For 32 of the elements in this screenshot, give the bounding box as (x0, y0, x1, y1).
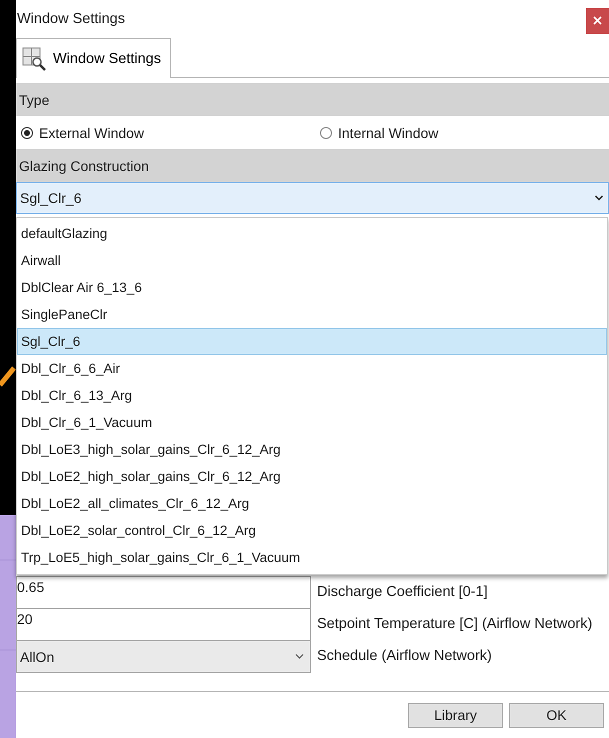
dropdown-option[interactable]: defaultGlazing (17, 220, 607, 247)
dropdown-option[interactable]: Dbl_LoE2_all_climates_Clr_6_12_Arg (17, 490, 607, 517)
dropdown-option[interactable]: Dbl_LoE2_solar_control_Clr_6_12_Arg (17, 517, 607, 544)
tab[interactable]: Window Settings (16, 38, 171, 78)
dropdown-option[interactable]: Dbl_Clr_6_1_Vacuum (17, 409, 607, 436)
glazing-dropdown[interactable]: Sgl_Clr_6 (16, 182, 609, 214)
section-header: Type (16, 83, 609, 116)
section-header: Glazing Construction (16, 149, 609, 182)
input-field[interactable]: 20 (16, 608, 311, 641)
dropdown-option[interactable]: Sgl_Clr_6 (17, 328, 607, 355)
schedule-dropdown[interactable]: AllOn (16, 640, 311, 673)
dropdown-option[interactable]: Dbl_Clr_6_13_Arg (17, 382, 607, 409)
field-label: Schedule (Airflow Network) (317, 648, 492, 664)
field-label: Setpoint Temperature [C] (Airflow Network) (317, 616, 592, 632)
field-label: Discharge Coefficient [0-1] (317, 584, 488, 600)
input-field[interactable]: 0.65 (16, 576, 311, 609)
dropdown-option[interactable]: Airwall (17, 247, 607, 274)
dropdown-option[interactable]: Dbl_LoE3_high_solar_gains_Clr_6_12_Arg (17, 436, 607, 463)
radio-option[interactable]: Internal Window (315, 124, 609, 142)
close-button[interactable] (586, 8, 609, 34)
dropdown-option[interactable]: DblClear Air 6_13_6 (17, 274, 607, 301)
dropdown-option[interactable]: SinglePaneClr (17, 301, 607, 328)
dialog-button[interactable]: Library (408, 702, 503, 728)
window-title: Window Settings (16, 11, 125, 27)
dialog-button[interactable]: OK (509, 702, 604, 728)
dropdown-option[interactable]: Dbl_LoE2_high_solar_gains_Clr_6_12_Arg (17, 463, 607, 490)
caret-icon (295, 653, 304, 660)
radio-option[interactable]: External Window (16, 124, 315, 142)
caret-icon (594, 194, 604, 202)
window-magnifier-icon (21, 46, 47, 72)
dropdown-option[interactable]: Dbl_Clr_6_6_Air (17, 355, 607, 382)
dropdown-option[interactable]: Trp_LoE5_high_solar_gains_Clr_6_1_Vacuum (17, 544, 607, 571)
